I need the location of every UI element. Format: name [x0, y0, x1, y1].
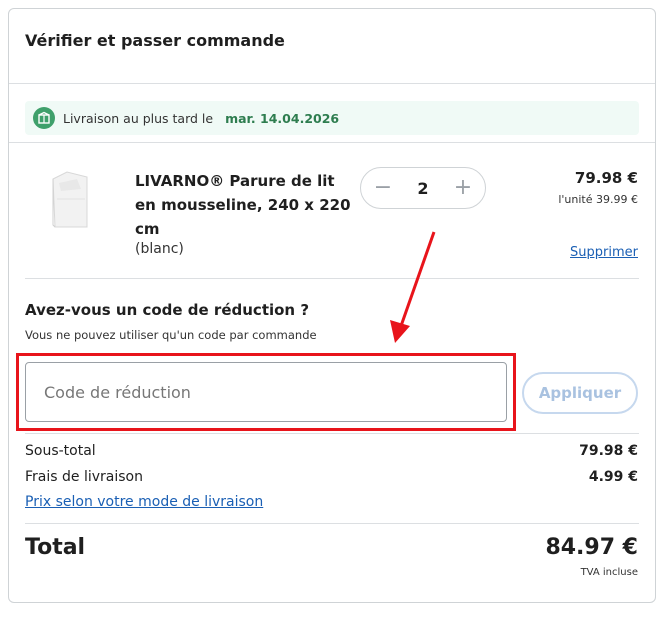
- annotation-highlight-box: [16, 353, 516, 431]
- discount-title: Avez-vous un code de réduction ?: [25, 301, 310, 319]
- product-image: [47, 169, 93, 233]
- checkout-card: Vérifier et passer commande Livraison au…: [8, 8, 656, 603]
- product-price: 79.98 €: [574, 169, 638, 187]
- divider: [25, 278, 639, 279]
- shipping-value: 4.99 €: [588, 469, 638, 485]
- quantity-stepper[interactable]: − 2 +: [360, 167, 486, 209]
- total-label: Total: [25, 535, 86, 560]
- vat-note: TVA incluse: [580, 567, 638, 578]
- plus-icon[interactable]: +: [453, 177, 473, 199]
- minus-icon[interactable]: −: [373, 177, 393, 199]
- subtotal-label: Sous-total: [25, 443, 96, 459]
- divider: [25, 433, 639, 434]
- delivery-box-icon: [33, 107, 55, 129]
- divider: [9, 142, 655, 143]
- divider: [9, 83, 655, 84]
- apply-button[interactable]: Appliquer: [522, 372, 638, 414]
- shipping-info-link[interactable]: Prix selon votre mode de livraison: [25, 494, 263, 510]
- remove-link[interactable]: Supprimer: [570, 245, 638, 260]
- subtotal-value: 79.98 €: [579, 443, 638, 459]
- product-name[interactable]: LIVARNO® Parure de lit en mousseline, 24…: [135, 169, 355, 241]
- unit-price: l'unité 39.99 €: [558, 193, 638, 206]
- product-variant: (blanc): [135, 241, 184, 257]
- delivery-date: mar. 14.04.2026: [225, 110, 340, 126]
- delivery-text: Livraison au plus tard le: [63, 110, 214, 126]
- discount-hint: Vous ne pouvez utiliser qu'un code par c…: [25, 328, 317, 342]
- page-title: Vérifier et passer commande: [25, 31, 285, 50]
- delivery-banner: Livraison au plus tard le mar. 14.04.202…: [25, 101, 639, 135]
- divider: [25, 523, 639, 524]
- quantity-value: 2: [417, 178, 429, 198]
- shipping-label: Frais de livraison: [25, 469, 143, 485]
- total-value: 84.97 €: [545, 535, 638, 560]
